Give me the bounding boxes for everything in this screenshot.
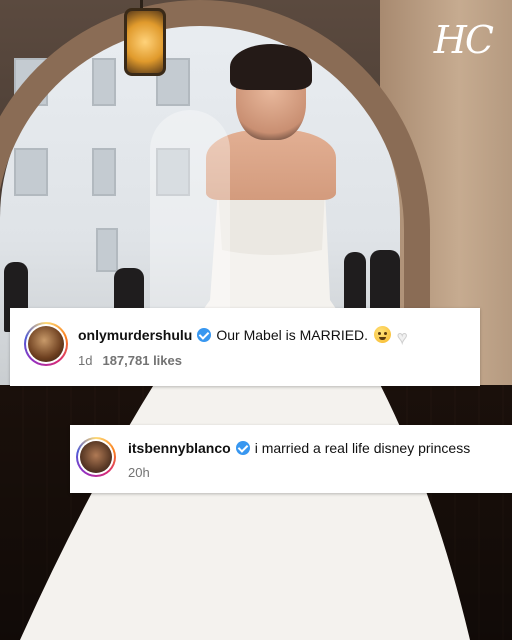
username-link[interactable]: onlymurdershulu [78,327,192,343]
verified-badge-icon [235,441,250,455]
comment-time: 20h [128,465,150,480]
comment-card: onlymurdershulu Our Mabel is MARRIED. ♥ 1d… [10,308,480,386]
bride-hair [230,44,312,90]
avatar[interactable] [24,322,68,366]
comment-text: i married a real life disney princess [254,440,471,456]
profile-photo-icon [80,441,112,473]
comment-card: itsbennyblanco i married a real life disn… [70,425,512,493]
verified-badge-icon [197,328,212,342]
comment-line: onlymurdershulu Our Mabel is MARRIED. ♥ [78,326,408,347]
comment-meta: 1d 187,781 likes [78,353,182,368]
pleading-face-icon [374,326,392,343]
profile-photo-icon [28,326,64,362]
comment-text: Our Mabel is MARRIED. [216,327,369,343]
comment-meta: 20h [128,465,150,480]
likes-count[interactable]: 187,781 likes [102,353,182,368]
comment-time: 1d [78,353,93,368]
avatar[interactable] [76,437,116,477]
hc-logo: HC [433,18,494,62]
white-heart-icon: ♥ [397,328,408,347]
wedding-dress [20,183,470,640]
username-link[interactable]: itsbennyblanco [128,440,231,456]
hanging-lamp [124,8,166,76]
comment-line: itsbennyblanco i married a real life disn… [128,440,470,456]
bride [0,180,512,640]
